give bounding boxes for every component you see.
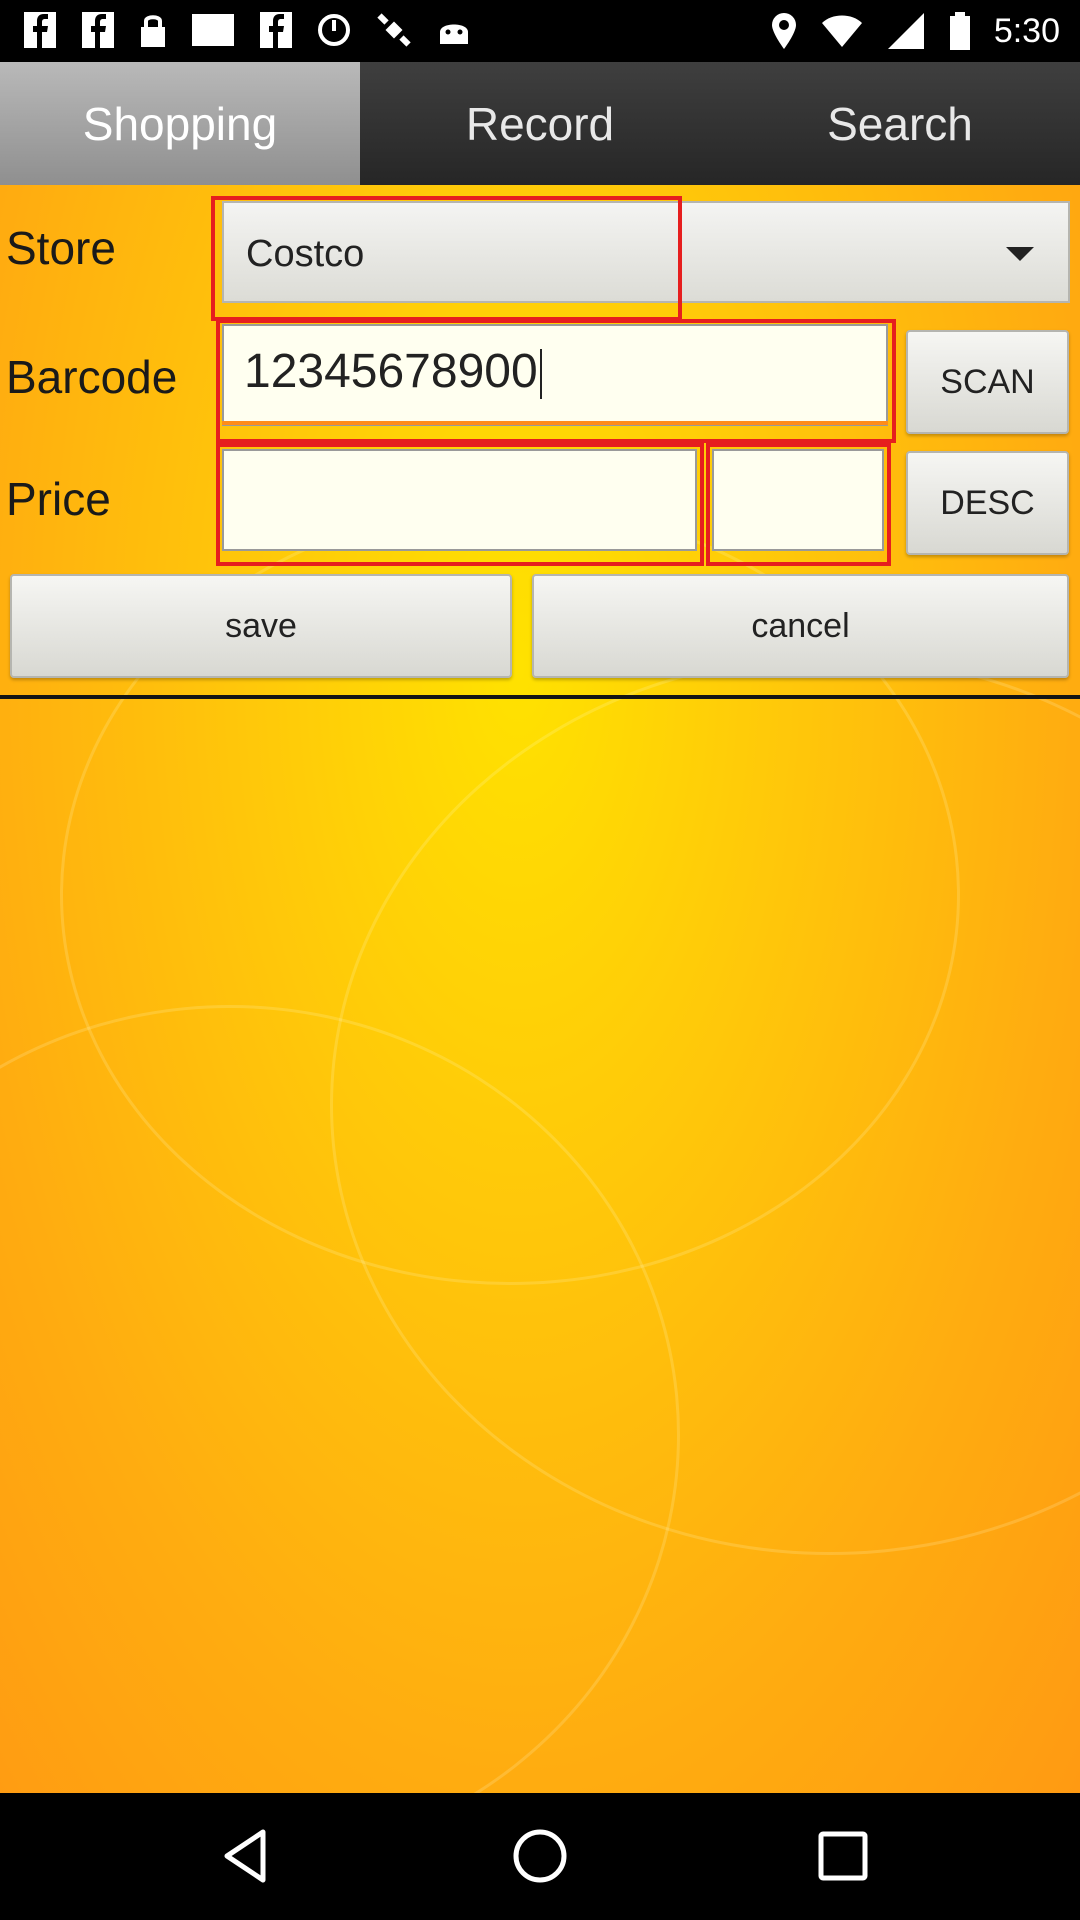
home-icon: [513, 1829, 567, 1883]
tab-record[interactable]: Record: [360, 62, 720, 185]
store-label: Store: [6, 222, 116, 274]
barcode-focus-line: [222, 421, 888, 425]
blank-notification-icon: [192, 14, 234, 46]
price-label: Price: [6, 473, 111, 525]
status-bar: 5:30: [0, 0, 1080, 62]
android-icon: [440, 24, 468, 44]
scan-button[interactable]: SCAN: [906, 330, 1069, 434]
recents-button[interactable]: [808, 1821, 878, 1891]
clock: 5:30: [993, 12, 1060, 50]
cancel-button[interactable]: cancel: [532, 574, 1069, 678]
desc-button[interactable]: DESC: [906, 451, 1069, 555]
main-panel: Store Costco Barcode 12345678900 SCAN Pr…: [0, 185, 1080, 1793]
text-cursor: [539, 349, 542, 400]
signal-icon: [887, 13, 924, 49]
recents-icon: [818, 1831, 868, 1881]
tab-bar: Shopping Record Search: [0, 62, 1080, 185]
navigation-bar: [0, 1793, 1080, 1920]
location-icon: [771, 13, 796, 49]
back-button[interactable]: [210, 1821, 280, 1891]
barcode-value: 12345678900: [244, 345, 538, 398]
divider: [0, 695, 1080, 699]
alarm-icon: [318, 14, 350, 46]
fake-gps-icon: [377, 13, 411, 47]
price-input[interactable]: [222, 449, 697, 551]
store-selected-value: Costco: [246, 233, 365, 275]
wifi-icon: [821, 15, 862, 47]
notification-icons: [22, 10, 472, 50]
facebook-icon: [260, 12, 292, 48]
back-icon: [224, 1829, 266, 1883]
tab-search[interactable]: Search: [720, 62, 1080, 185]
barcode-label: Barcode: [6, 351, 178, 403]
chevron-down-icon: [1006, 247, 1034, 261]
battery-icon: [949, 12, 970, 50]
system-status: 5:30: [770, 10, 1060, 52]
tab-shopping[interactable]: Shopping: [0, 62, 360, 185]
price-extra-input[interactable]: [712, 449, 884, 551]
lock-icon: [141, 15, 165, 47]
barcode-input[interactable]: 12345678900: [222, 324, 888, 426]
store-dropdown[interactable]: Costco: [222, 201, 1070, 303]
save-button[interactable]: save: [10, 574, 512, 678]
facebook-icon: [82, 12, 114, 48]
facebook-icon: [24, 12, 56, 48]
home-button[interactable]: [505, 1821, 575, 1891]
